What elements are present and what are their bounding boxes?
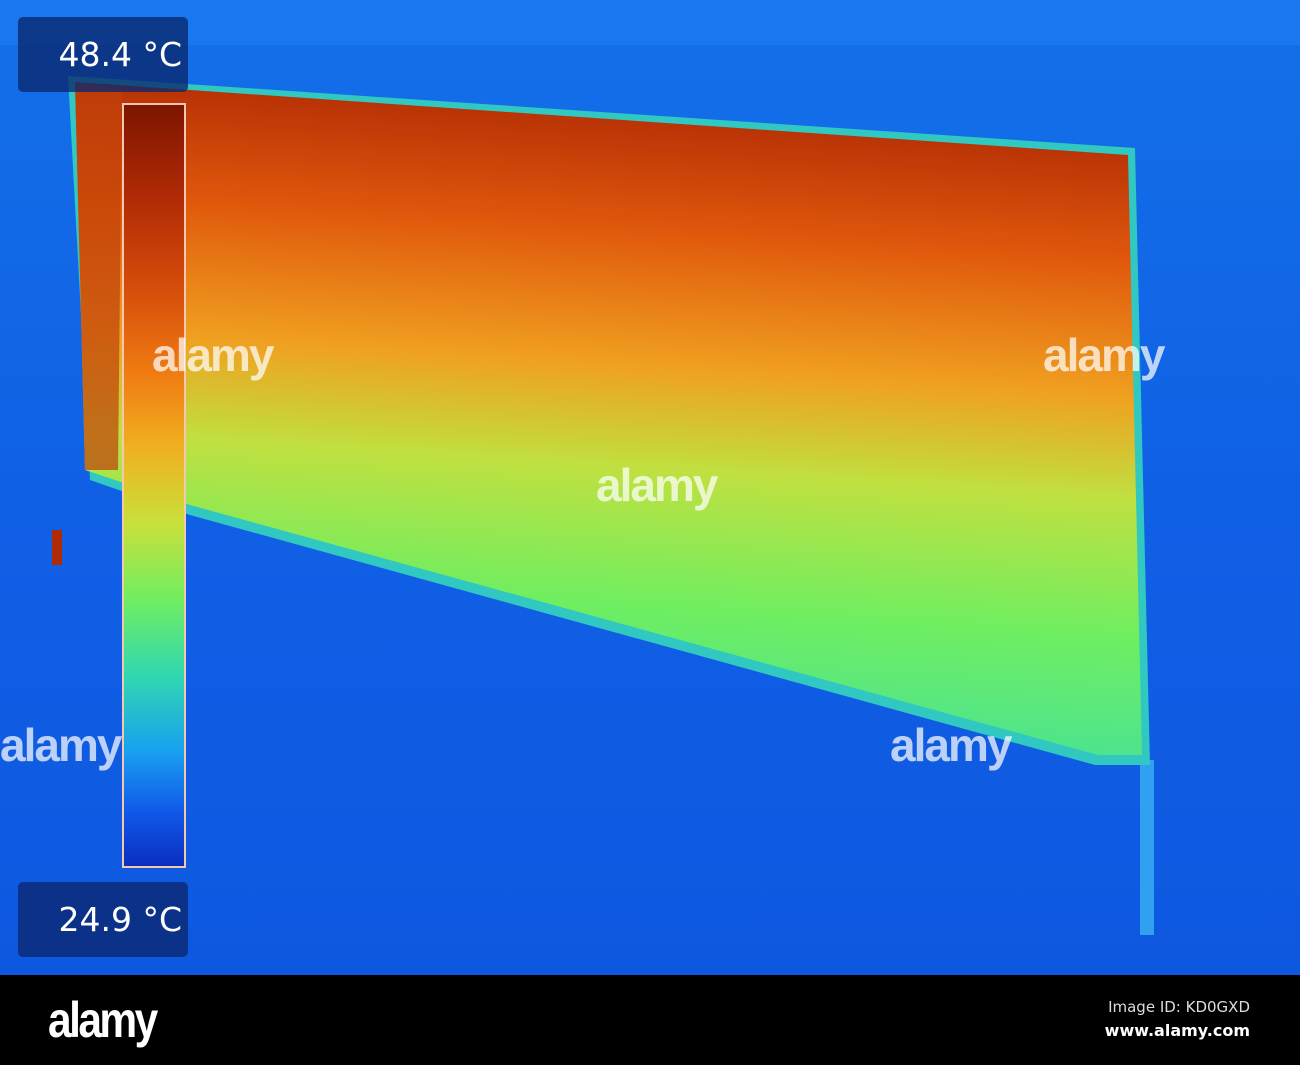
footer-bar: alamy Image ID: KD0GXD www.alamy.com [0, 975, 1300, 1065]
image-id: Image ID: KD0GXD [1108, 998, 1250, 1016]
min-temperature-label: 24.9 °C [18, 882, 188, 957]
watermark: alamy [1043, 329, 1165, 381]
website-link[interactable]: www.alamy.com [1105, 1021, 1250, 1040]
temperature-color-scale [122, 103, 186, 868]
pipe [1140, 760, 1154, 935]
watermark: alamy [152, 329, 274, 381]
alamy-logo: alamy [48, 992, 158, 1048]
max-temperature-label: 48.4 °C [18, 17, 188, 92]
watermark: alamy [890, 719, 1012, 771]
watermark: alamy [0, 719, 122, 771]
watermark: alamy [596, 459, 718, 511]
window-sill [0, 0, 1300, 45]
valve [52, 530, 62, 565]
